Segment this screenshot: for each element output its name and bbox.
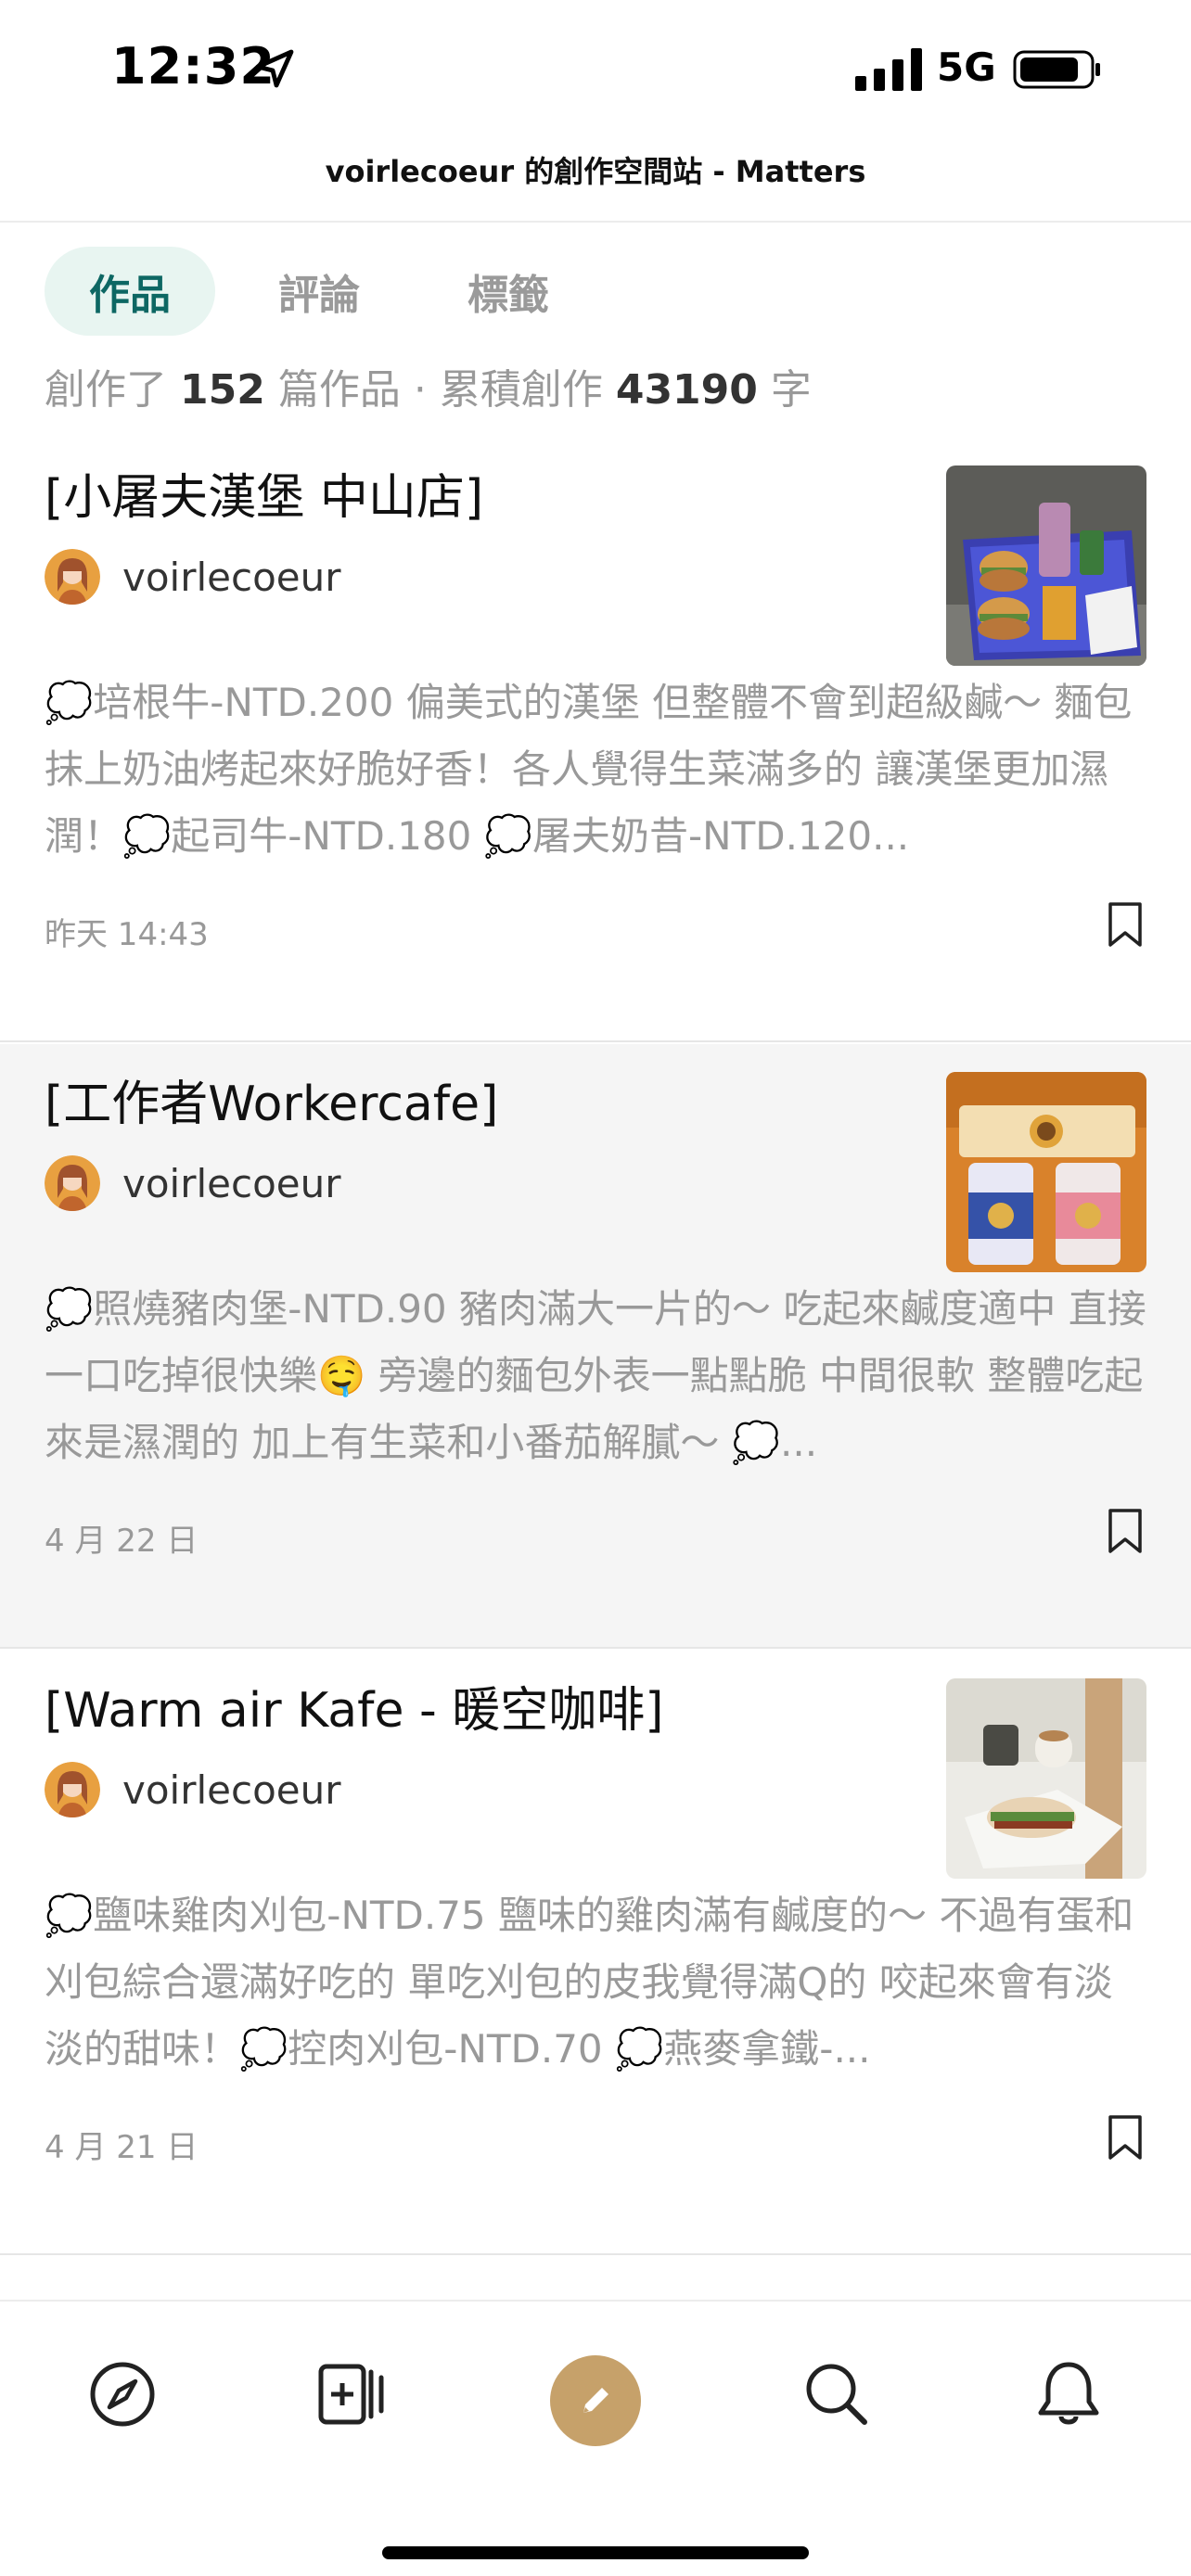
article-card[interactable]: [Warm air Kafe - 暖空咖啡] voirlecoeur 💭鹽味雞肉… bbox=[0, 1651, 1191, 2255]
article-author[interactable]: voirlecoeur bbox=[45, 547, 341, 606]
avatar[interactable] bbox=[45, 1762, 100, 1817]
author-name: voirlecoeur bbox=[122, 1766, 341, 1813]
article-thumbnail[interactable] bbox=[946, 1678, 1146, 1879]
network-type: 5G bbox=[937, 45, 996, 90]
profile-tabs: 作品 評論 標籤 bbox=[45, 247, 594, 336]
page-title: voirlecoeur 的創作空間站 - Matters bbox=[325, 154, 866, 189]
article-summary: 💭鹽味雞肉刈包-NTD.75 鹽味的雞肉滿有鹹度的～ 不過有蛋和刈包綜合還滿好吃… bbox=[45, 1893, 1134, 2072]
tab-comments[interactable]: 評論 bbox=[234, 247, 404, 336]
location-arrow-icon bbox=[255, 49, 294, 88]
works-count: 152 bbox=[180, 366, 265, 414]
write-button[interactable] bbox=[550, 2355, 641, 2446]
article-author[interactable]: voirlecoeur bbox=[45, 1154, 341, 1213]
bookmark-icon[interactable] bbox=[1104, 901, 1146, 948]
author-stats: 創作了 152 篇作品 · 累積創作 43190 字 bbox=[45, 356, 812, 415]
chars-count: 43190 bbox=[615, 366, 758, 414]
article-summary: 💭照燒豬肉堡-NTD.90 豬肉滿大一片的～ 吃起來鹹度適中 直接一口吃掉很快樂… bbox=[45, 1286, 1146, 1465]
add-card-icon[interactable] bbox=[315, 2357, 390, 2431]
stats-chars-unit: 字 bbox=[770, 366, 812, 414]
header-divider bbox=[0, 221, 1191, 223]
article-date: 4 月 21 日 bbox=[45, 2129, 198, 2166]
article-thumbnail[interactable] bbox=[946, 1072, 1146, 1272]
article-date: 4 月 22 日 bbox=[45, 1523, 198, 1560]
signal-icon bbox=[855, 48, 922, 91]
article-divider bbox=[0, 1040, 1191, 1042]
article-title[interactable]: [小屠夫漢堡 中山店] bbox=[45, 458, 916, 528]
avatar[interactable] bbox=[45, 549, 100, 605]
article-thumbnail[interactable] bbox=[946, 465, 1146, 666]
battery-icon bbox=[1013, 50, 1100, 89]
avatar[interactable] bbox=[45, 1155, 100, 1211]
article-card[interactable]: [工作者Workercafe] voirlecoeur 💭照燒豬肉堡-NTD.9… bbox=[0, 1044, 1191, 1649]
search-icon[interactable] bbox=[800, 2357, 874, 2431]
compass-icon[interactable] bbox=[85, 2357, 160, 2431]
author-name: voirlecoeur bbox=[122, 554, 341, 600]
stats-prefix: 創作了 bbox=[45, 366, 167, 414]
tab-tags[interactable]: 標籤 bbox=[423, 247, 594, 336]
article-card[interactable]: [小屠夫漢堡 中山店] voirlecoeur 💭培根牛-NTD.200 偏美式… bbox=[0, 438, 1191, 1042]
article-title[interactable]: [工作者Workercafe] bbox=[45, 1065, 916, 1134]
write-pen-icon bbox=[583, 2388, 608, 2413]
status-bar: 12:32 5G bbox=[0, 0, 1191, 139]
app-screen: 12:32 5G voirlecoeur 的創作空間站 - Matters 作品… bbox=[0, 0, 1191, 2576]
status-time: 12:32 bbox=[111, 37, 275, 96]
bookmark-icon[interactable] bbox=[1104, 1508, 1146, 1554]
article-date: 昨天 14:43 bbox=[45, 916, 209, 953]
bottom-tab-bar bbox=[0, 2300, 1191, 2576]
bookmark-icon[interactable] bbox=[1104, 2114, 1146, 2161]
article-divider bbox=[0, 1647, 1191, 1649]
article-title[interactable]: [Warm air Kafe - 暖空咖啡] bbox=[45, 1671, 916, 1741]
author-name: voirlecoeur bbox=[122, 1160, 341, 1206]
home-indicator[interactable] bbox=[382, 2546, 809, 2559]
stats-works-unit: 篇作品 · 累積創作 bbox=[277, 366, 603, 414]
article-summary: 💭培根牛-NTD.200 偏美式的漢堡 但整體不會到超級鹹～ 麵包抹上奶油烤起來… bbox=[45, 680, 1133, 859]
article-author[interactable]: voirlecoeur bbox=[45, 1760, 341, 1819]
bell-icon[interactable] bbox=[1031, 2357, 1106, 2431]
article-divider bbox=[0, 2253, 1191, 2255]
tab-works[interactable]: 作品 bbox=[45, 247, 215, 336]
